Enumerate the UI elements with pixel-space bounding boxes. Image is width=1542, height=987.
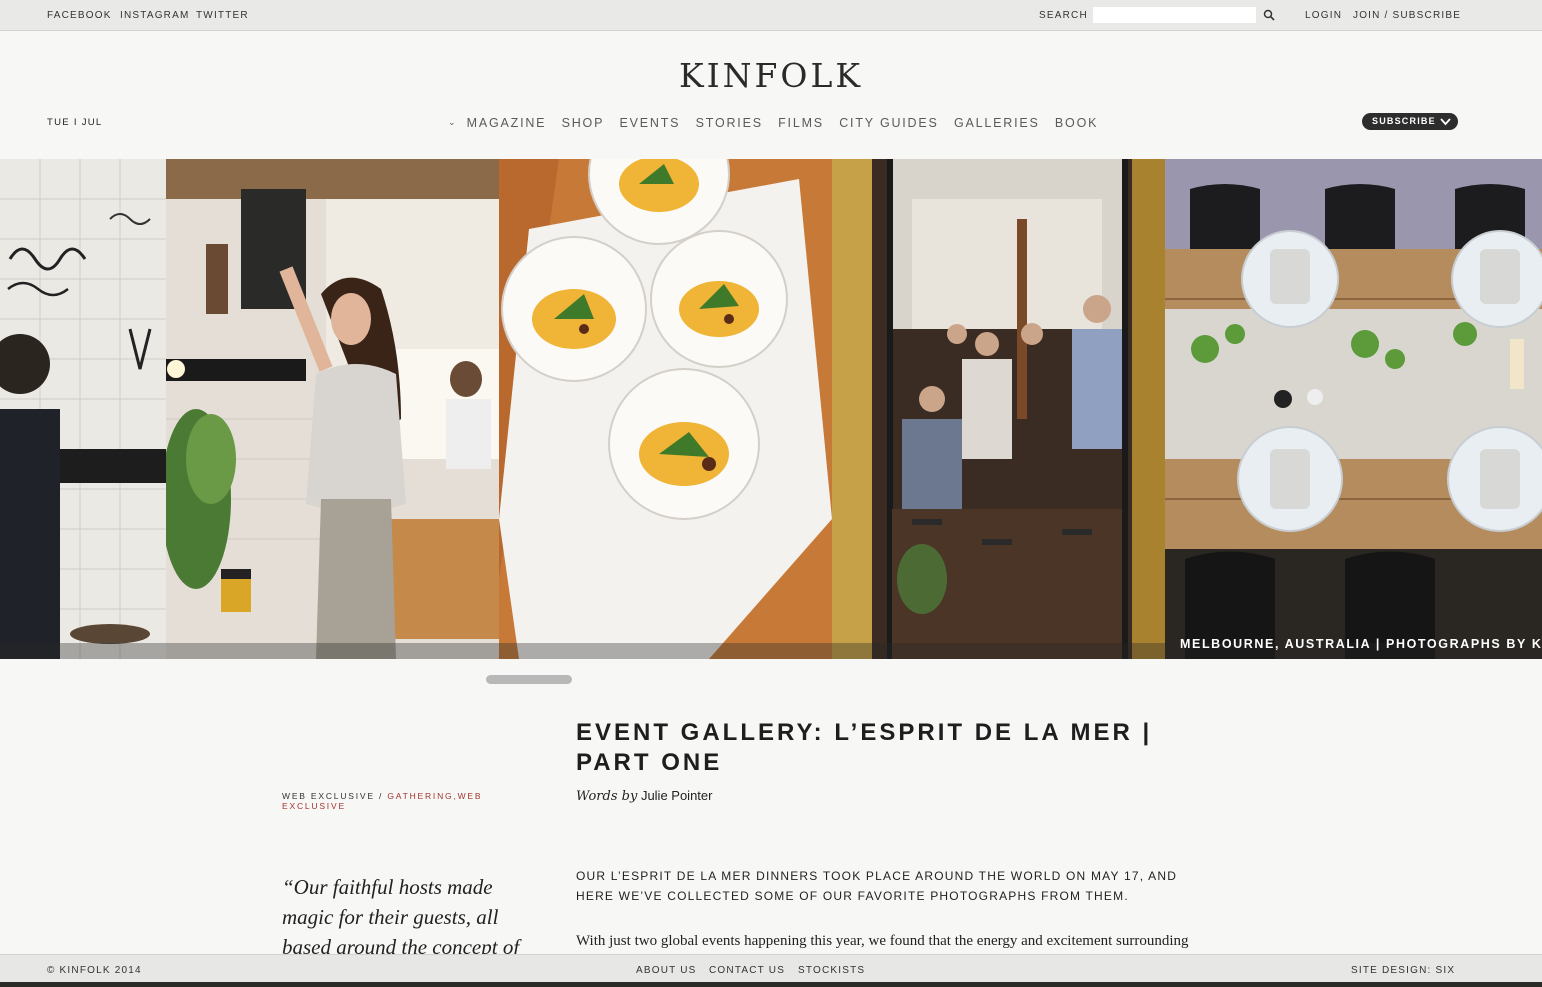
footer: © KINFOLK 2014 ABOUT US CONTACT US STOCK… [0,954,1542,983]
photo-gallery-strip[interactable]: MELBOURNE, AUSTRALIA | PHOTOGRAPHS BY KA [0,159,1542,659]
site-logo[interactable]: KINFOLK [0,56,1542,95]
article-lede: OUR L’ESPRIT DE LA MER DINNERS TOOK PLAC… [576,869,1178,903]
nav-item-book[interactable]: BOOK [1055,116,1098,130]
chevron-down-icon[interactable]: ⌄ [448,117,457,128]
search-input[interactable] [1093,7,1256,23]
nav-item-galleries[interactable]: GALLERIES [954,116,1040,130]
nav-item-city-guides[interactable]: CITY GUIDES [839,116,938,130]
byline: Words by Julie Pointer [576,788,712,804]
author-name[interactable]: Julie Pointer [641,788,713,803]
top-utility-bar: FACEBOOK INSTAGRAM TWITTER SEARCH LOGIN … [0,0,1542,31]
gallery-photo[interactable] [166,159,499,659]
nav-item-magazine[interactable]: MAGAZINE [467,116,547,130]
subscribe-button[interactable]: SUBSCRIBE [1362,113,1458,130]
facebook-link[interactable]: FACEBOOK [47,10,112,21]
article-title: EVENT GALLERY: L’ESPRIT DE LA MER | PART… [576,719,1153,776]
site-design-credit[interactable]: SITE DESIGN: SIX [1351,965,1455,976]
nav-item-stories[interactable]: STORIES [696,116,763,130]
category-separator: / [374,791,388,801]
search-icon[interactable] [1263,9,1275,21]
page-bottom-edge [0,982,1542,987]
twitter-link[interactable]: TWITTER [196,10,249,21]
gallery-photo[interactable] [832,159,1165,659]
gallery-scrollbar[interactable] [486,675,572,684]
byline-prefix: Words by [576,789,638,804]
gallery-photo[interactable] [1165,159,1542,659]
join-subscribe-link[interactable]: JOIN / SUBSCRIBE [1353,10,1461,21]
login-link[interactable]: LOGIN [1305,10,1342,21]
subscribe-label: SUBSCRIBE [1372,116,1436,126]
gallery-photo[interactable] [499,159,832,659]
nav-item-events[interactable]: EVENTS [620,116,681,130]
chevron-down-icon [1440,118,1451,126]
search-label: SEARCH [1039,10,1088,21]
category-label[interactable]: WEB EXCLUSIVE [282,791,375,801]
footer-link-stockists[interactable]: STOCKISTS [798,965,865,976]
article-category: WEB EXCLUSIVE / GATHERING,WEB EXCLUSIVE [282,791,512,811]
article-body: With just two global events happening th… [576,933,1189,949]
instagram-link[interactable]: INSTAGRAM [120,10,190,21]
nav-item-shop[interactable]: SHOP [562,116,605,130]
pull-quote: “Our faithful hosts made magic for their… [282,875,520,959]
main-nav: ⌄ MAGAZINE SHOP EVENTS STORIES FILMS CIT… [448,116,1108,130]
current-date: TUE I JUL [47,117,103,128]
copyright: © KINFOLK 2014 [47,965,142,976]
footer-link-contact[interactable]: CONTACT US [709,965,785,976]
gallery-photo[interactable] [0,159,166,659]
footer-link-about[interactable]: ABOUT US [636,965,697,976]
gallery-caption: MELBOURNE, AUSTRALIA | PHOTOGRAPHS BY KA [1180,637,1542,651]
nav-item-films[interactable]: FILMS [778,116,824,130]
